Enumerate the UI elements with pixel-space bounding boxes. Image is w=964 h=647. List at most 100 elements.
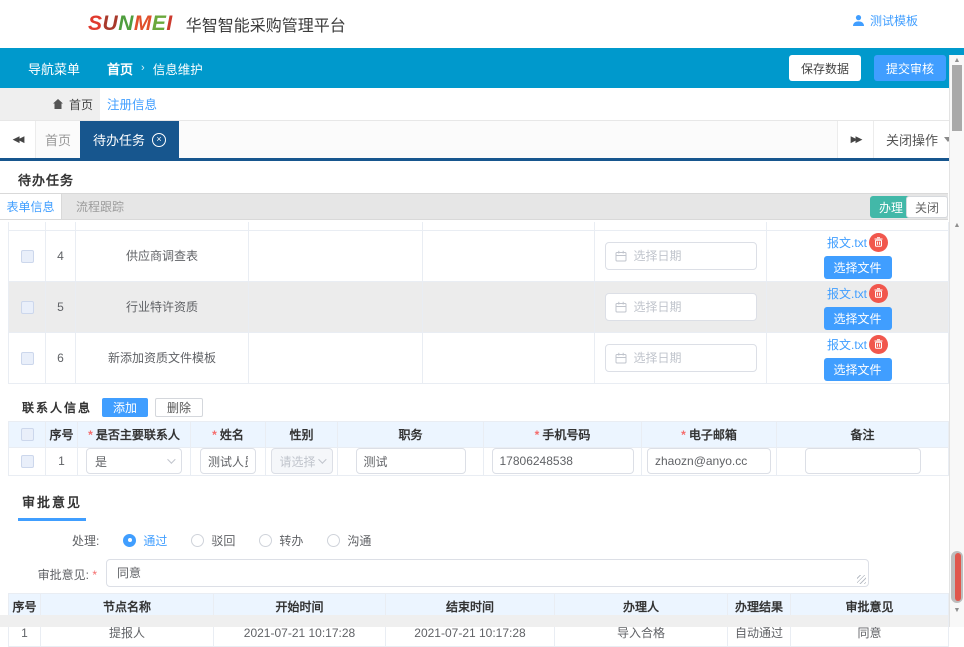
col-seq: 序号: [46, 421, 78, 447]
radio-icon: [123, 534, 136, 547]
bottom-strip: [0, 615, 948, 627]
contact-name-input[interactable]: [200, 448, 256, 474]
expiry-date-input[interactable]: 选择日期: [605, 344, 757, 372]
calendar-icon: [615, 250, 627, 262]
tab-todo-tasks[interactable]: 待办任务 ×: [80, 121, 179, 158]
delete-file-button[interactable]: [869, 284, 888, 303]
calendar-icon: [615, 301, 627, 313]
delete-contact-button[interactable]: 删除: [155, 398, 203, 417]
tab-strip-right: ▶▶ 关闭操作: [837, 121, 964, 158]
outer-scrollbar-thumb[interactable]: [952, 65, 962, 131]
logo-letter: S: [88, 12, 103, 36]
primary-contact-select[interactable]: 是: [86, 448, 182, 474]
submit-review-button[interactable]: 提交审核: [874, 55, 946, 81]
select-all-checkbox[interactable]: [21, 428, 34, 441]
panel-tab-bar: 表单信息 流程跟踪 办理 关闭: [0, 193, 948, 220]
choose-file-button[interactable]: 选择文件: [824, 358, 892, 381]
select-value: 是: [95, 453, 107, 470]
resize-grip[interactable]: [857, 575, 866, 584]
row-seq: 5: [46, 281, 76, 332]
col-email: *电子邮箱: [642, 421, 777, 447]
row-seq: 1: [46, 447, 78, 475]
chevron-down-icon: [167, 455, 175, 463]
tab-label: 待办任务: [93, 130, 145, 149]
inner-scroll-up-arrow-icon[interactable]: ▲: [950, 221, 964, 231]
nav-menu-toggle[interactable]: 导航菜单: [28, 59, 80, 78]
close-tab-icon[interactable]: ×: [152, 133, 166, 147]
expiry-date-input[interactable]: 选择日期: [605, 293, 757, 321]
scrollbar-track[interactable]: ▲ ▲ ▼: [949, 55, 964, 627]
row-checkbox[interactable]: [21, 352, 34, 365]
add-contact-button[interactable]: 添加: [102, 398, 148, 417]
contact-section-bar: 联系人信息 添加 删除: [8, 398, 948, 417]
contact-row: 1 是 请选择: [9, 447, 949, 475]
uploaded-file-link[interactable]: 报文.txt: [827, 336, 867, 353]
table-row: 5 行业特许资质 选择日期 报文.txt 选择文件: [9, 281, 949, 332]
breadcrumb: 首页 › 信息维护: [107, 59, 203, 78]
user-menu[interactable]: 测试模板: [852, 12, 918, 29]
inner-scroll-down-arrow-icon[interactable]: ▼: [950, 606, 964, 616]
opinion-row: 审批意见: * 同意: [8, 559, 948, 590]
radio-option-transfer[interactable]: 转办: [259, 532, 303, 549]
panel-title: 待办任务: [18, 161, 948, 189]
sunmei-logo: SUNMEI: [88, 12, 173, 36]
logo-letter: E: [152, 12, 167, 36]
file-cell: 报文.txt 选择文件: [767, 333, 948, 383]
opinion-label: 审批意见: *: [8, 559, 100, 583]
user-icon: [852, 14, 865, 27]
logo-letter: N: [118, 12, 134, 36]
duty-input[interactable]: [356, 448, 466, 474]
scroll-tabs-left-button[interactable]: ◀◀: [0, 121, 36, 158]
sidebar-item-label: 首页: [69, 96, 93, 113]
radio-option-communicate[interactable]: 沟通: [327, 532, 371, 549]
qualification-name: 供应商调查表: [76, 230, 249, 281]
register-info-tab[interactable]: 注册信息: [107, 88, 157, 118]
radio-option-reject[interactable]: 驳回: [191, 532, 235, 549]
choose-file-button[interactable]: 选择文件: [824, 256, 892, 279]
process-options-row: 处理: 通过 驳回 转办 沟通: [72, 532, 948, 549]
remark-input[interactable]: [805, 448, 921, 474]
col-duty: 职务: [338, 421, 484, 447]
table-row: 6 新添加资质文件模板 选择日期 报文.txt 选择文件: [9, 332, 949, 383]
contact-table: 序号 *是否主要联系人 *姓名 性别 职务 *手机号码 *电子邮箱 备注 1 是…: [8, 421, 949, 476]
col-remark: 备注: [777, 421, 949, 447]
trash-icon: [874, 288, 883, 298]
sidebar-item-home[interactable]: 首页: [0, 88, 100, 120]
row-checkbox[interactable]: [21, 301, 34, 314]
chevron-down-icon: [318, 455, 326, 463]
main-navbar: 导航菜单 首页 › 信息维护 保存数据 提交审核: [0, 48, 964, 88]
email-input[interactable]: [647, 448, 771, 474]
phone-input[interactable]: [492, 448, 634, 474]
scroll-tabs-right-button[interactable]: ▶▶: [837, 121, 873, 158]
inner-scrollbar-thumb[interactable]: [951, 551, 963, 603]
choose-file-button[interactable]: 选择文件: [824, 307, 892, 330]
user-name: 测试模板: [870, 12, 918, 29]
calendar-icon: [615, 352, 627, 364]
opinion-textarea[interactable]: 同意: [106, 559, 869, 587]
tab-flow-tracking[interactable]: 流程跟踪: [62, 194, 138, 219]
radio-option-approve[interactable]: 通过: [123, 532, 167, 549]
expiry-date-input[interactable]: 选择日期: [605, 242, 757, 270]
breadcrumb-home[interactable]: 首页: [107, 59, 133, 78]
delete-file-button[interactable]: [869, 335, 888, 354]
close-panel-button[interactable]: 关闭: [906, 196, 948, 218]
main-panel: 待办任务 表单信息 流程跟踪 办理 关闭 4 供应商调查表 选择日期: [0, 161, 948, 647]
home-icon: [53, 99, 63, 109]
uploaded-file-link[interactable]: 报文.txt: [827, 285, 867, 302]
delete-file-button[interactable]: [869, 233, 888, 252]
col-phone: *手机号码: [484, 421, 642, 447]
breadcrumb-current: 信息维护: [153, 59, 203, 78]
tab-home[interactable]: 首页: [36, 121, 80, 158]
table-row: 4 供应商调查表 选择日期 报文.txt 选择文件: [9, 230, 949, 281]
scrollbar-accent: [955, 553, 961, 601]
uploaded-file-link[interactable]: 报文.txt: [827, 234, 867, 251]
scroll-right-icon: ▶▶: [851, 134, 861, 145]
save-data-button[interactable]: 保存数据: [789, 55, 861, 81]
gender-select[interactable]: 请选择: [271, 448, 333, 474]
row-checkbox[interactable]: [21, 250, 34, 263]
col-primary-contact: *是否主要联系人: [78, 421, 191, 447]
radio-icon: [259, 534, 272, 547]
tab-form-info[interactable]: 表单信息: [0, 194, 62, 219]
row-checkbox[interactable]: [21, 455, 34, 468]
approval-section-label: 审批意见: [18, 492, 86, 521]
